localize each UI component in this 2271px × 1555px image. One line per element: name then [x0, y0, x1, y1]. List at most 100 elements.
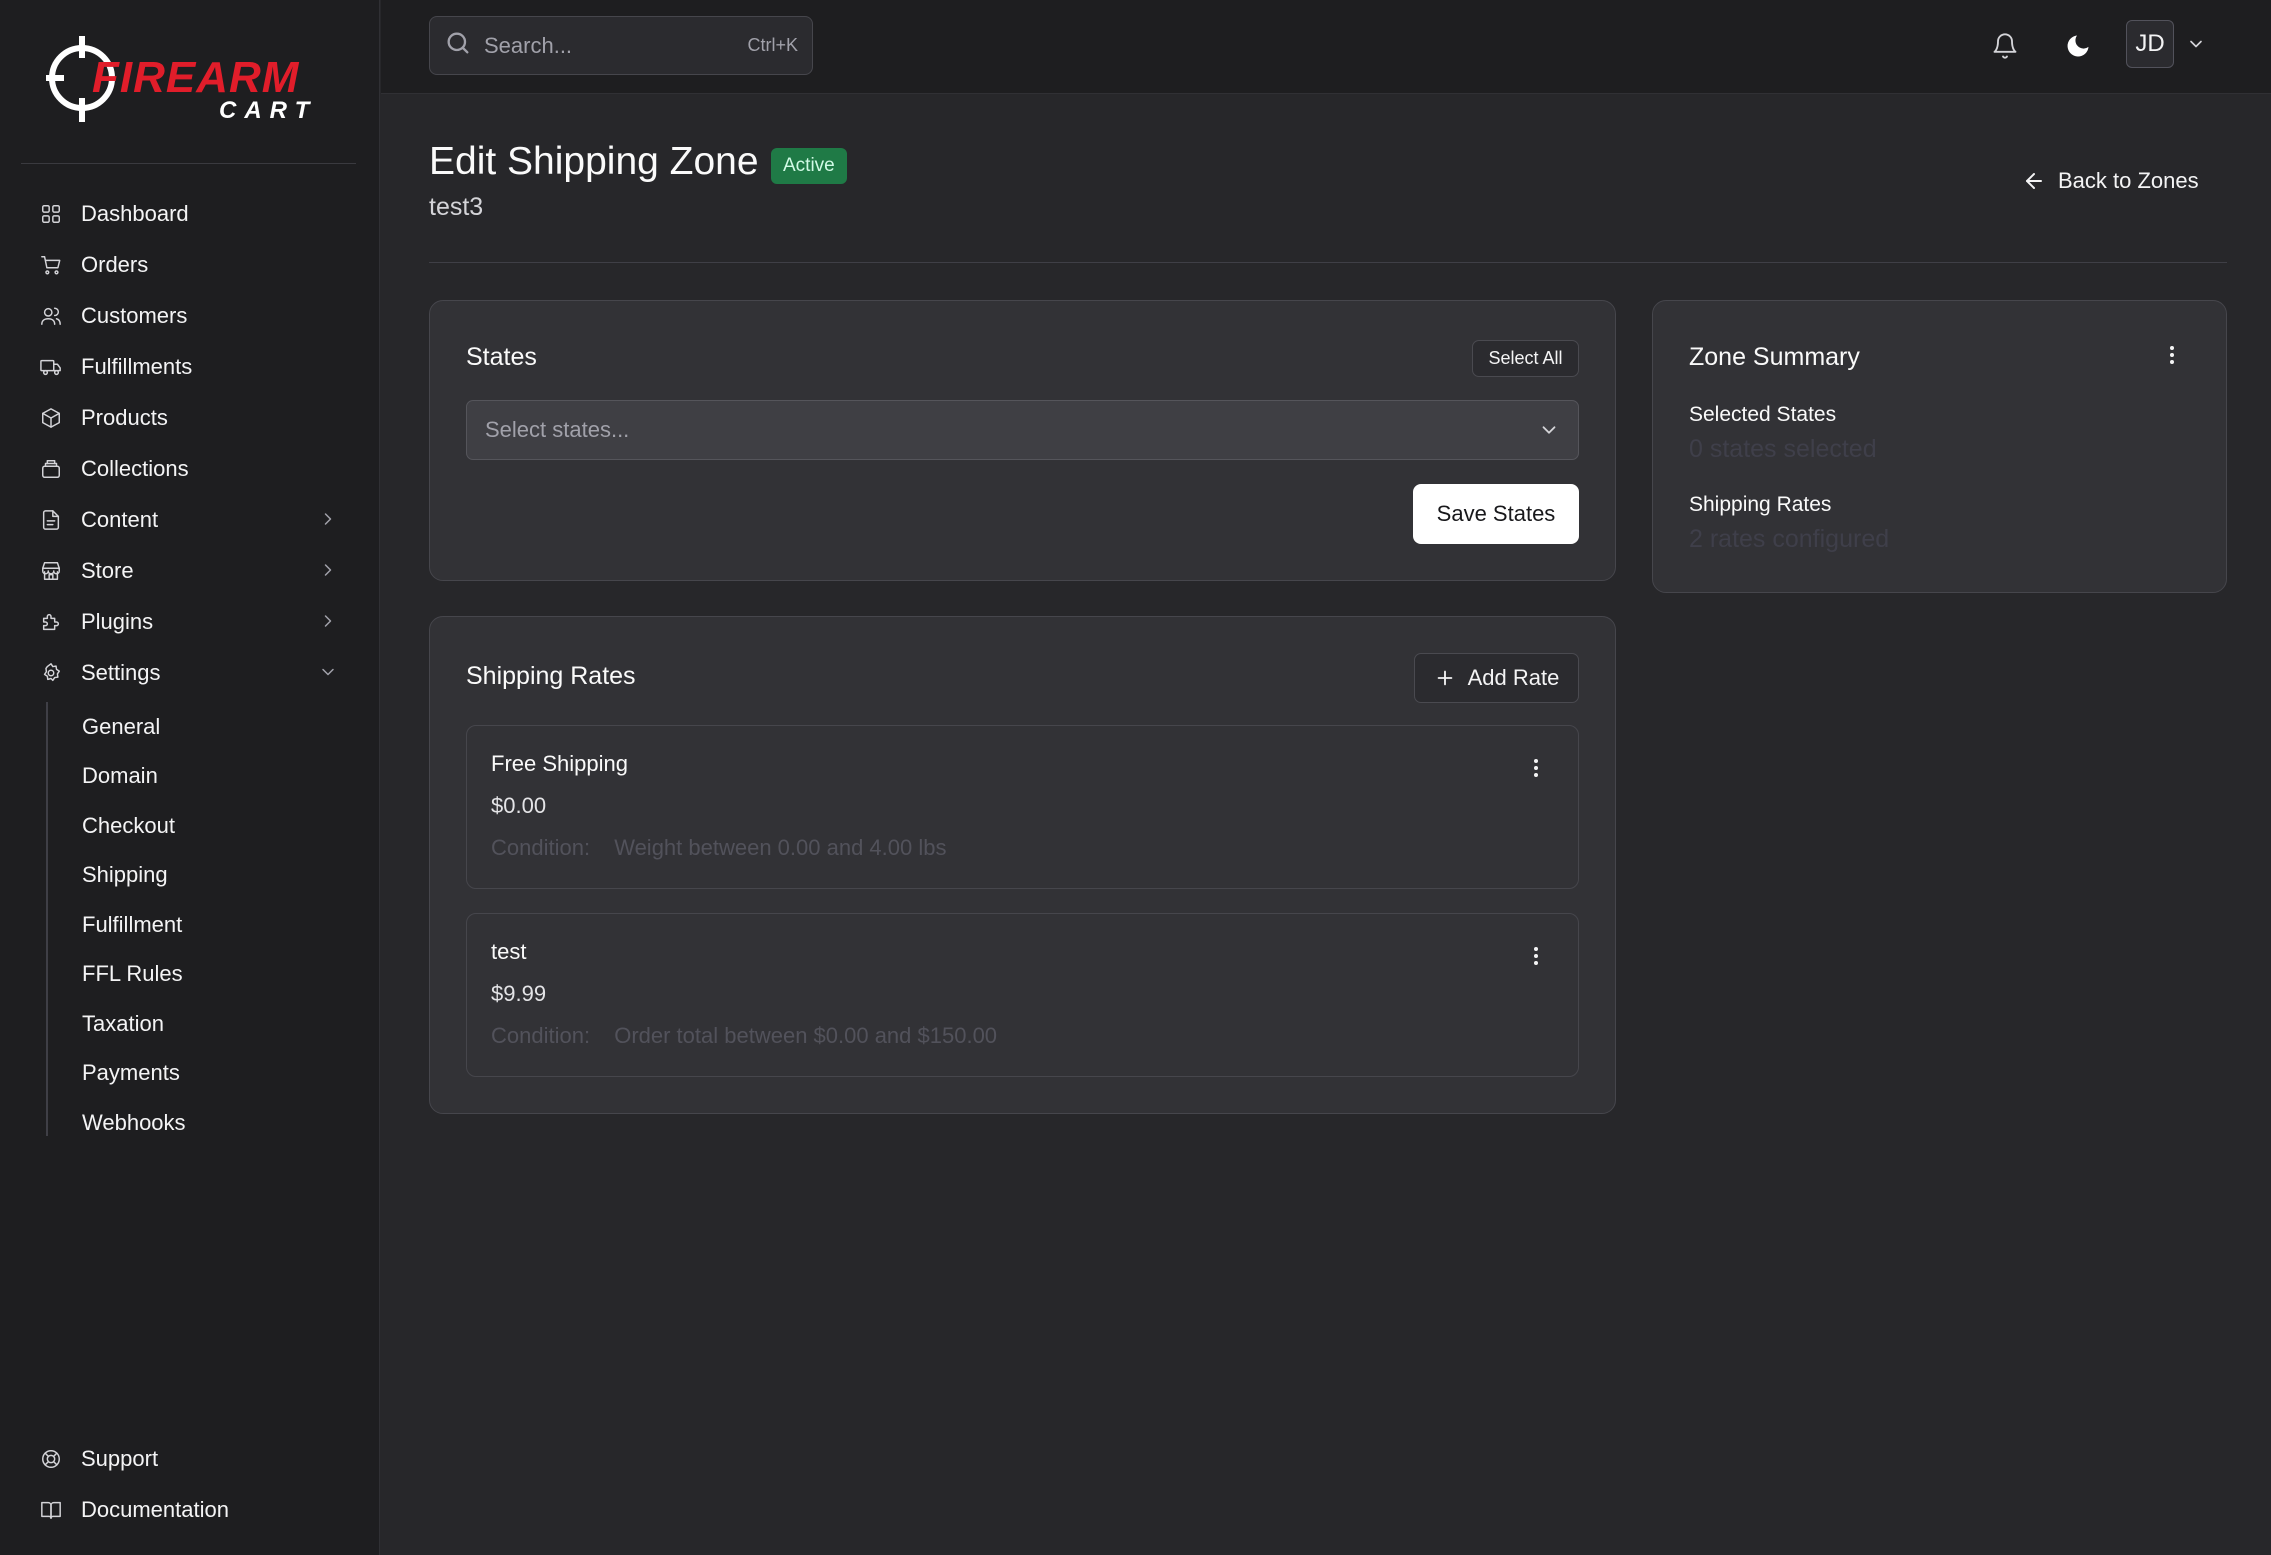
nav-item-dashboard[interactable]: Dashboard — [21, 188, 356, 239]
states-card-title: States — [466, 343, 537, 371]
nav-item-documentation[interactable]: Documentation — [21, 1484, 356, 1535]
subnav-item-shipping[interactable]: Shipping — [48, 851, 346, 901]
nav-item-orders[interactable]: Orders — [21, 239, 356, 290]
plus-icon — [1437, 670, 1452, 686]
zone-summary-title: Zone Summary — [1689, 343, 1860, 371]
settings-subnav: General Domain Checkout Shipping Fulfill… — [46, 702, 346, 1136]
rate-name: Free Shipping — [491, 751, 628, 776]
zone-summary-card: Zone Summary Selected States 0 states se… — [1652, 300, 2227, 593]
file-icon — [39, 508, 63, 532]
nav-label: Products — [81, 404, 168, 430]
page-title: Edit Shipping Zone — [429, 140, 759, 183]
search-icon — [444, 29, 472, 62]
nav-item-customers[interactable]: Customers — [21, 290, 356, 341]
nav-item-support[interactable]: Support — [21, 1433, 356, 1484]
nav-item-fulfillments[interactable]: Fulfillments — [21, 341, 356, 392]
subnav-item-payments[interactable]: Payments — [48, 1049, 346, 1099]
nav-label: Settings — [81, 659, 161, 685]
nav-item-settings[interactable]: Settings — [21, 647, 356, 698]
states-select-placeholder: Select states... — [485, 417, 630, 442]
rate-price: $0.00 — [491, 793, 547, 818]
condition-value: Order total between $0.00 and $150.00 — [614, 1023, 998, 1048]
chevron-right-icon — [318, 611, 338, 631]
condition-label: Condition: — [491, 1023, 591, 1048]
header-divider — [429, 262, 2227, 263]
svg-text:FIREARM: FIREARM — [92, 53, 300, 102]
arrow-left-icon — [2026, 173, 2042, 189]
rate-item[interactable]: test $9.99 Condition: Order total betwee… — [466, 913, 1579, 1077]
nav-item-products[interactable]: Products — [21, 392, 356, 443]
states-card: States Select All Select states... Save … — [429, 300, 1616, 581]
selected-states-value: 0 states selected — [1689, 435, 1877, 463]
back-to-zones-link[interactable]: Back to Zones — [2022, 168, 2199, 194]
topbar: Search... Ctrl+K JD — [381, 0, 2271, 94]
chevron-down-icon — [318, 662, 338, 682]
rate-condition: Condition: Order total between $0.00 and… — [491, 1023, 997, 1049]
rate-price: $9.99 — [491, 981, 547, 1006]
search-shortcut: Ctrl+K — [747, 35, 798, 55]
grid-icon — [39, 202, 63, 226]
users-icon — [39, 304, 63, 328]
logo-divider — [21, 163, 356, 164]
sidebar: FIREARM CART Dashboard Orders Customers … — [0, 0, 380, 1555]
shipping-rates-title: Shipping Rates — [466, 662, 636, 690]
condition-label: Condition: — [491, 835, 591, 860]
more-vertical-icon — [1534, 759, 1538, 777]
rate-menu-button[interactable] — [1524, 944, 1548, 968]
chevron-right-icon — [318, 509, 338, 529]
nav-label: Collections — [81, 455, 189, 481]
nav-item-content[interactable]: Content — [21, 494, 356, 545]
subnav-item-taxation[interactable]: Taxation — [48, 999, 346, 1049]
add-rate-button[interactable]: Add Rate — [1414, 653, 1579, 703]
gear-icon — [39, 661, 63, 685]
box-icon — [39, 406, 63, 430]
save-states-button[interactable]: Save States — [1413, 484, 1579, 544]
nav-label: Documentation — [81, 1496, 229, 1522]
subnav-item-ffl-rules[interactable]: FFL Rules — [48, 950, 346, 1000]
shipping-rates-value: 2 rates configured — [1689, 525, 1890, 553]
states-select[interactable]: Select states... — [466, 400, 1579, 460]
shipping-rates-label: Shipping Rates — [1689, 493, 1832, 516]
rate-item[interactable]: Free Shipping $0.00 Condition: Weight be… — [466, 725, 1579, 889]
more-vertical-icon — [2170, 346, 2174, 364]
nav-label: Dashboard — [81, 200, 189, 226]
rate-name: test — [491, 939, 527, 964]
theme-toggle-button[interactable] — [2058, 26, 2098, 66]
app: FIREARM CART Dashboard Orders Customers … — [0, 0, 2271, 1555]
brand-logo[interactable]: FIREARM CART — [44, 30, 334, 126]
chevron-right-icon — [318, 560, 338, 580]
nav-item-collections[interactable]: Collections — [21, 443, 356, 494]
notifications-button[interactable] — [1985, 26, 2025, 66]
truck-icon — [39, 355, 63, 379]
nav-label: Orders — [81, 251, 149, 277]
subnav-item-general[interactable]: General — [48, 702, 346, 752]
book-icon — [39, 1498, 63, 1522]
lifebuoy-icon — [39, 1447, 63, 1471]
svg-text:CART: CART — [219, 97, 317, 124]
nav-item-store[interactable]: Store — [21, 545, 356, 596]
nav-label: Support — [81, 1445, 159, 1471]
search-input[interactable]: Search... Ctrl+K — [429, 16, 813, 75]
summary-menu-button[interactable] — [2160, 343, 2184, 367]
selected-states-label: Selected States — [1689, 403, 1837, 426]
status-badge: Active — [771, 148, 847, 184]
bottom-nav: Support Documentation — [21, 1433, 356, 1535]
cart-icon — [39, 253, 63, 277]
nav-item-plugins[interactable]: Plugins — [21, 596, 356, 647]
select-all-button[interactable]: Select All — [1472, 340, 1579, 377]
subnav-item-domain[interactable]: Domain — [48, 752, 346, 802]
crosshair-logo-icon: FIREARM CART — [46, 36, 317, 124]
store-icon — [39, 559, 63, 583]
shipping-rates-card: Shipping Rates Add Rate Free Shipping $0… — [429, 616, 1616, 1114]
chevron-down-icon[interactable] — [2186, 34, 2206, 54]
rate-menu-button[interactable] — [1524, 756, 1548, 780]
nav-label: Store — [81, 557, 134, 583]
condition-value: Weight between 0.00 and 4.00 lbs — [614, 835, 947, 860]
rate-condition: Condition: Weight between 0.00 and 4.00 … — [491, 835, 946, 861]
subnav-item-fulfillment[interactable]: Fulfillment — [48, 900, 346, 950]
avatar[interactable]: JD — [2126, 20, 2174, 68]
nav-label: Customers — [81, 302, 188, 328]
puzzle-icon — [39, 610, 63, 634]
subnav-item-checkout[interactable]: Checkout — [48, 801, 346, 851]
subnav-item-webhooks[interactable]: Webhooks — [48, 1098, 346, 1148]
